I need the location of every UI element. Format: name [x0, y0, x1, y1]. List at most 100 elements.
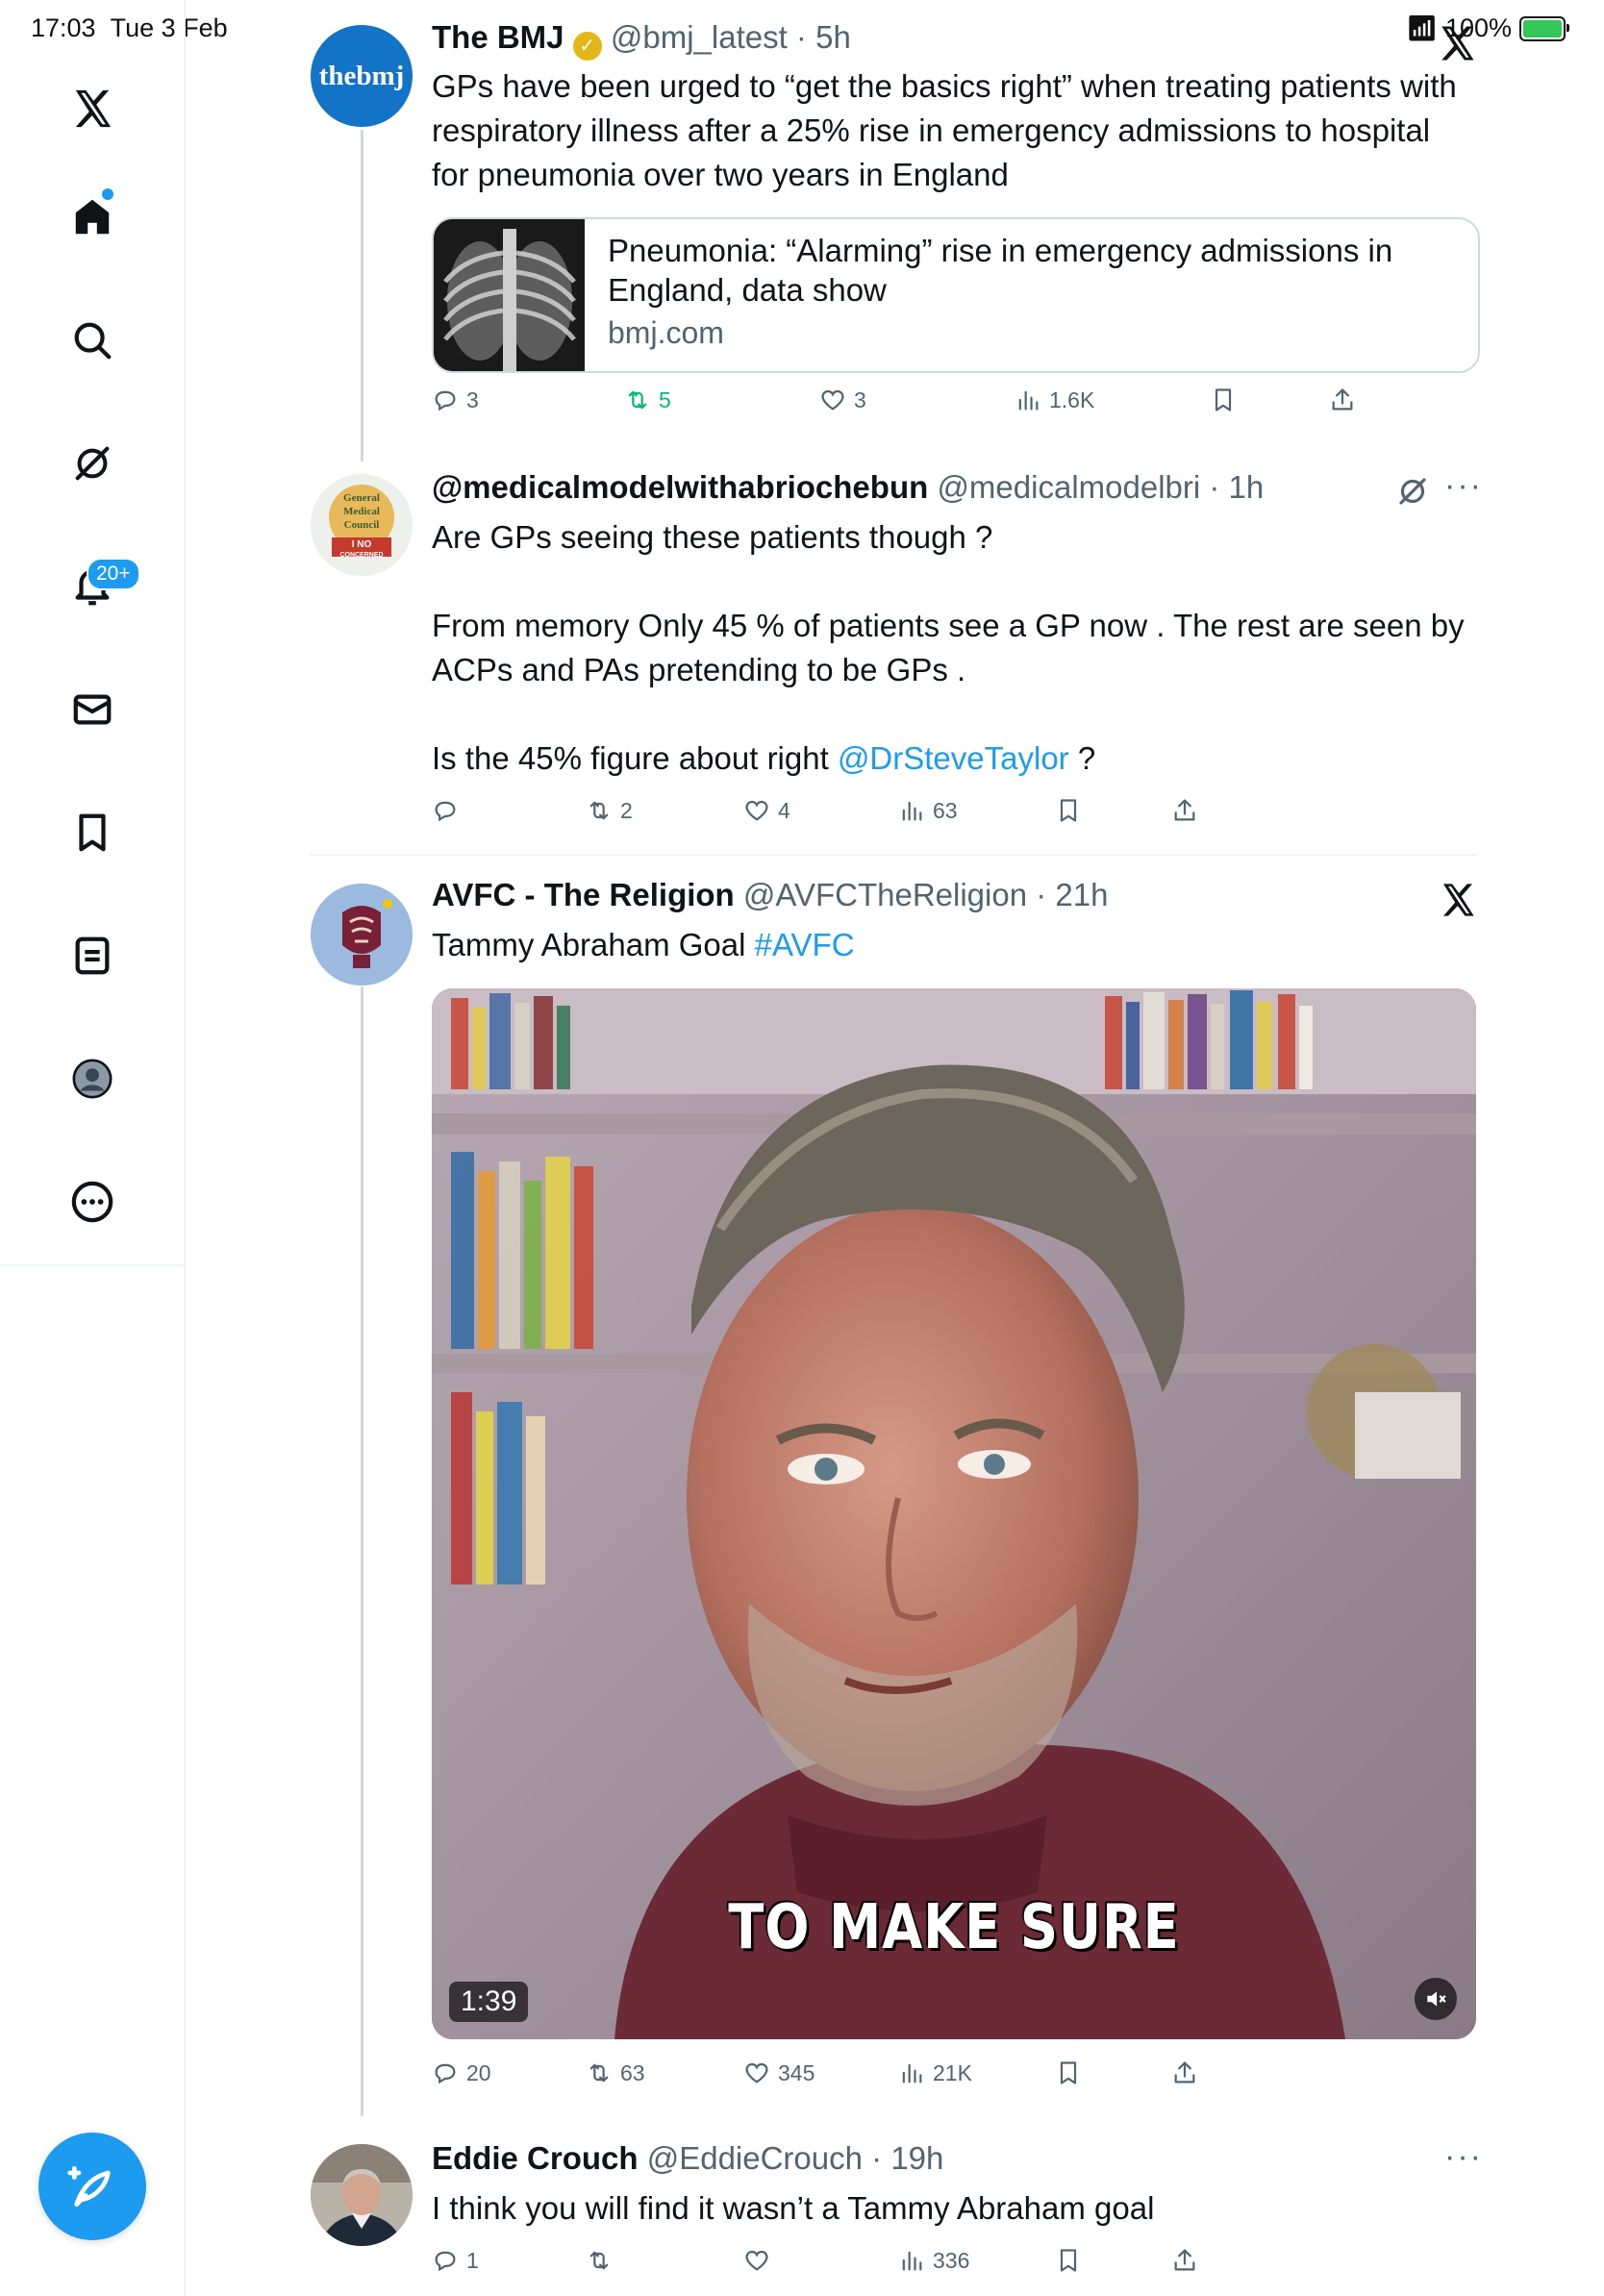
lists-icon[interactable]: [67, 931, 117, 981]
author-name[interactable]: AVFC - The Religion: [432, 877, 735, 912]
like-button[interactable]: 345: [743, 2059, 815, 2086]
tweet-header: Eddie Crouch @EddieCrouch · 19h: [432, 2140, 944, 2176]
status-indicators: 📶︎ 100%: [1406, 13, 1569, 43]
eddie-crouch-avatar[interactable]: [311, 2144, 413, 2246]
repost-button[interactable]: 2: [586, 797, 633, 824]
profile-avatar-icon[interactable]: [67, 1054, 117, 1104]
share-button[interactable]: [1171, 797, 1198, 824]
home-unread-dot: [102, 188, 113, 200]
share-icon: [1171, 2247, 1198, 2274]
more-options-icon[interactable]: ···: [1444, 2138, 1483, 2176]
like-button[interactable]: [743, 2247, 778, 2274]
verified-badge-icon: ✓: [572, 32, 602, 61]
like-button[interactable]: 4: [743, 797, 790, 824]
tweet-time[interactable]: 19h: [890, 2140, 943, 2176]
author-name[interactable]: @medicalmodelwithabriochebun: [432, 469, 928, 505]
reply-button[interactable]: [432, 797, 466, 824]
like-icon: [743, 2059, 770, 2086]
link-card-domain: bmj.com: [608, 315, 724, 350]
repost-button[interactable]: 5: [624, 387, 671, 413]
compose-post-button[interactable]: [38, 2133, 146, 2240]
gmc-logo-avatar: General Medical Council I NO CONCERNED: [311, 474, 413, 576]
views-icon: [898, 2247, 925, 2274]
repost-button[interactable]: [586, 2247, 620, 2274]
author-name[interactable]: The BMJ: [432, 19, 564, 55]
author-handle[interactable]: @AVFCTheReligion: [743, 877, 1027, 912]
bookmark-button[interactable]: [1055, 797, 1082, 824]
profile-photo: [311, 2144, 413, 2246]
svg-text:CONCERNED: CONCERNED: [339, 552, 383, 559]
share-button[interactable]: [1171, 2059, 1198, 2086]
views-button[interactable]: 336: [898, 2247, 969, 2274]
search-icon[interactable]: [67, 315, 117, 365]
link-card[interactable]: Pneumonia: “Alarming” rise in emergency …: [432, 217, 1480, 373]
bookmark-button[interactable]: [1210, 387, 1237, 413]
thread-line: [361, 986, 363, 2116]
video-player[interactable]: TO MAKE SURE 1:39: [432, 988, 1476, 2039]
tweet-divider: [311, 854, 1477, 856]
svg-text:Medical: Medical: [343, 506, 380, 517]
x-logo-icon[interactable]: [67, 84, 117, 134]
views-icon: [898, 2059, 925, 2086]
video-caption-overlay: TO MAKE SURE: [728, 1892, 1180, 1963]
reply-icon: [432, 387, 459, 413]
views-button[interactable]: 21K: [898, 2059, 972, 2086]
hashtag-link[interactable]: #AVFC: [755, 927, 855, 962]
reply-button[interactable]: 3: [432, 387, 479, 413]
share-button[interactable]: [1329, 387, 1356, 413]
bookmark-icon: [1055, 797, 1082, 824]
compose-feather-icon: [67, 2166, 111, 2207]
x-logo-icon: [1439, 881, 1477, 919]
like-icon: [819, 387, 846, 413]
grok-icon[interactable]: [67, 438, 117, 488]
author-handle[interactable]: @medicalmodelbri: [937, 469, 1200, 505]
svg-text:General: General: [343, 492, 380, 504]
author-handle[interactable]: @EddieCrouch: [647, 2140, 863, 2176]
messages-envelope-icon[interactable]: [67, 685, 117, 735]
tweet-time[interactable]: 21h: [1055, 877, 1108, 912]
bookmark-icon: [1210, 387, 1237, 413]
bookmarks-icon[interactable]: [67, 808, 117, 858]
notifications-badge: 20+: [87, 558, 140, 590]
tweet-header: AVFC - The Religion @AVFCTheReligion · 2…: [432, 877, 1109, 912]
video-frame: [432, 988, 1476, 2039]
tweet-paragraph: From memory Only 45 % of patients see a …: [432, 608, 1465, 687]
tweet-text: GPs have been urged to “get the basics r…: [432, 68, 1457, 192]
sidebar-nav: 20+: [0, 0, 186, 1266]
views-button[interactable]: 63: [898, 797, 958, 824]
reply-button[interactable]: 20: [432, 2059, 491, 2086]
tweet-time[interactable]: 1h: [1229, 469, 1265, 505]
tweet-header: The BMJ ✓ @bmj_latest · 5h: [432, 19, 851, 61]
reply-icon: [432, 2247, 459, 2274]
more-options-icon[interactable]: [67, 1177, 117, 1227]
tweet-time[interactable]: 5h: [815, 19, 851, 55]
tweet-header: @medicalmodelwithabriochebun @medicalmod…: [432, 469, 1265, 505]
tweet-text: Are GPs seeing these patients though ? F…: [432, 515, 1470, 781]
author-name[interactable]: Eddie Crouch: [432, 2140, 639, 2176]
sidebar-divider: [184, 1264, 186, 2296]
avfc-avatar[interactable]: [311, 884, 413, 986]
more-options-icon[interactable]: ···: [1444, 467, 1483, 505]
repost-button[interactable]: 63: [586, 2059, 645, 2086]
svg-text:I NO: I NO: [352, 539, 372, 550]
home-icon[interactable]: [67, 192, 117, 242]
medicalmodel-avatar[interactable]: General Medical Council I NO CONCERNED: [311, 474, 413, 576]
views-button[interactable]: 1.6K: [1015, 387, 1094, 413]
bookmark-icon: [1055, 2059, 1082, 2086]
like-button[interactable]: 3: [819, 387, 866, 413]
bookmark-icon: [1055, 2247, 1082, 2274]
share-icon: [1171, 2059, 1198, 2086]
reply-button[interactable]: 1: [432, 2247, 479, 2274]
mute-toggle-icon[interactable]: [1415, 1978, 1457, 2020]
bookmark-button[interactable]: [1055, 2059, 1082, 2086]
video-duration: 1:39: [449, 1982, 529, 2022]
share-button[interactable]: [1171, 2247, 1198, 2274]
chest-xray-thumbnail: [434, 219, 585, 371]
author-handle[interactable]: @bmj_latest: [611, 19, 788, 55]
bookmark-button[interactable]: [1055, 2247, 1082, 2274]
tweet-actions: 3 5 3 1.6K: [432, 387, 1432, 425]
avatar-label: thebmj: [318, 60, 405, 91]
bmj-avatar[interactable]: thebmj: [311, 25, 413, 127]
grok-icon[interactable]: [1395, 474, 1430, 509]
mention-link[interactable]: @DrSteveTaylor: [838, 740, 1069, 776]
